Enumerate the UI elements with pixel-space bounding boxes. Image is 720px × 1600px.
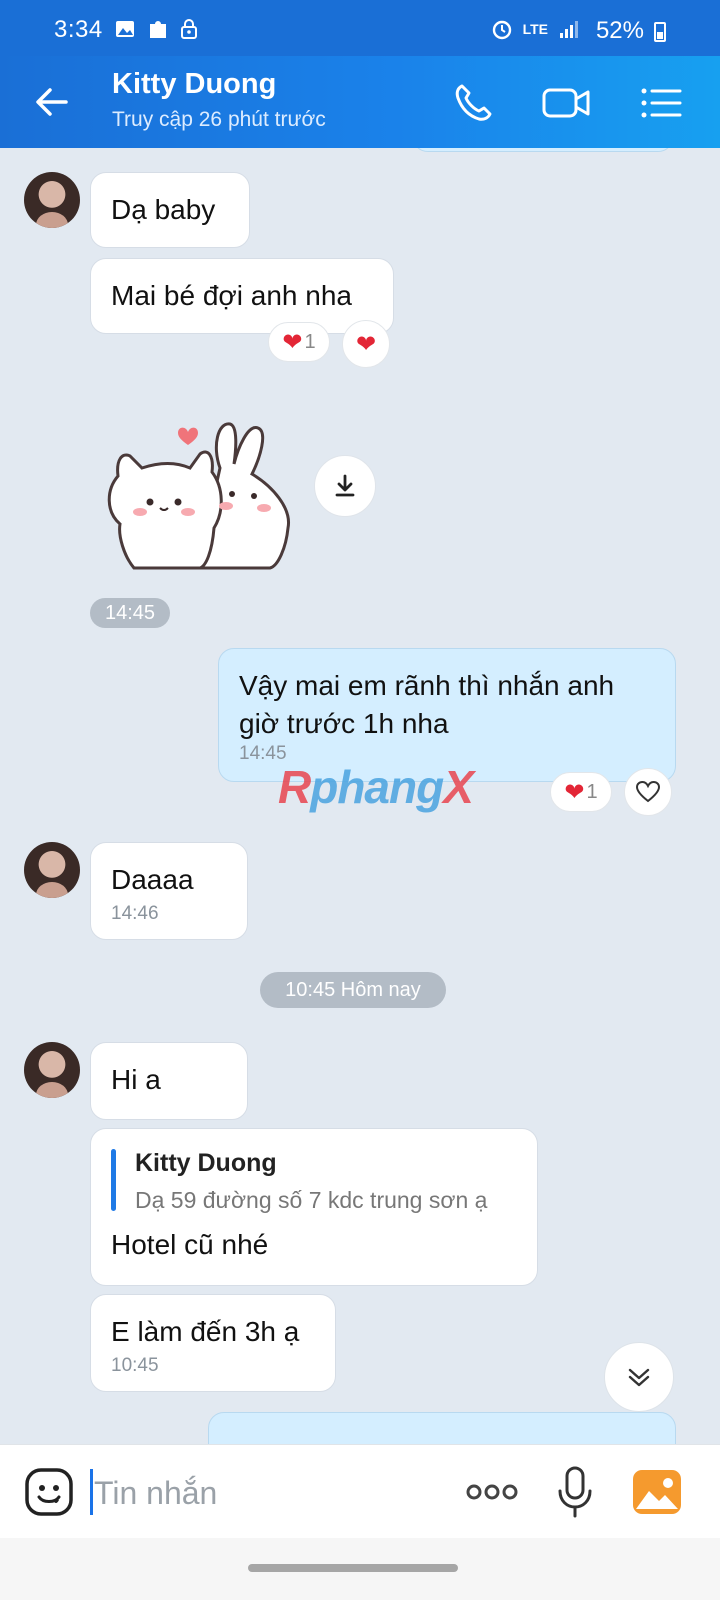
scroll-to-bottom-button[interactable] xyxy=(604,1342,674,1412)
battery-percent: 52% xyxy=(595,17,644,44)
react-button[interactable] xyxy=(624,768,672,816)
reaction-count: 1 xyxy=(586,780,598,803)
double-chevron-down-icon xyxy=(628,1368,650,1387)
more-options-icon[interactable] xyxy=(464,1477,520,1507)
heart-outline-icon xyxy=(635,780,661,803)
menu-list-icon[interactable] xyxy=(636,78,686,128)
chat-header: Kitty Duong Truy cập 26 phút trước xyxy=(0,56,720,148)
message-bubble[interactable]: Daaaa 14:46 xyxy=(90,842,248,940)
message-time: 14:46 xyxy=(111,903,159,924)
quote-accent-bar xyxy=(111,1149,116,1211)
reaction-count: 1 xyxy=(304,330,316,353)
text-caret xyxy=(90,1469,93,1515)
timestamp-text: 14:45 xyxy=(104,601,156,624)
video-call-icon[interactable] xyxy=(540,78,594,128)
message-bubble[interactable]: Hi a xyxy=(90,1042,248,1120)
reaction-summary[interactable]: ❤ 1 xyxy=(268,322,330,362)
contact-avatar[interactable] xyxy=(24,1042,80,1098)
gallery-image-icon[interactable] xyxy=(632,1469,682,1515)
status-system-icons: LTE xyxy=(491,18,580,40)
watermark-part: phang xyxy=(310,761,444,813)
gesture-handle[interactable] xyxy=(248,1564,458,1572)
signal-icon xyxy=(560,21,578,38)
last-seen-status: Truy cập 26 phút trước xyxy=(112,108,326,131)
message-text: Mai bé đợi anh nha xyxy=(111,280,352,311)
message-text: Hotel cũ nhé xyxy=(111,1229,269,1260)
message-text: Hi a xyxy=(111,1064,161,1095)
heart-reaction-icon: ❤ xyxy=(355,330,377,358)
reply-message-bubble[interactable]: Kitty Duong Dạ 59 đường số 7 kdc trung s… xyxy=(90,1128,538,1286)
watermark-part: X xyxy=(443,761,474,813)
message-bubble[interactable]: E làm đến 3h ạ 10:45 xyxy=(90,1294,336,1392)
lock-notification-icon xyxy=(181,19,197,39)
status-notification-icons xyxy=(114,18,198,42)
heart-reaction-icon: ❤ xyxy=(564,778,585,806)
system-navigation-bar xyxy=(0,1538,720,1600)
message-time: 10:45 xyxy=(111,1355,159,1376)
microphone-icon[interactable] xyxy=(556,1465,594,1519)
date-divider-text: 10:45 Hôm nay xyxy=(285,978,421,1001)
message-composer: Tin nhắn xyxy=(0,1444,720,1538)
message-list[interactable]: Dạ baby Mai bé đợi anh nha ❤ 1 ❤ 14:45 V… xyxy=(0,148,720,1472)
quoted-author: Kitty Duong xyxy=(135,1149,277,1177)
message-bubble-partial xyxy=(412,148,674,152)
alarm-icon xyxy=(492,20,511,40)
watermark-part: R xyxy=(278,761,311,813)
cat-bunny-sticker[interactable] xyxy=(100,416,296,572)
react-button[interactable]: ❤ xyxy=(342,320,390,368)
message-input[interactable]: Tin nhắn xyxy=(94,1475,217,1512)
contact-avatar[interactable] xyxy=(24,842,80,898)
contact-avatar[interactable] xyxy=(24,172,80,228)
phone-call-icon[interactable] xyxy=(448,78,498,128)
message-bubble[interactable]: Dạ baby xyxy=(90,172,250,248)
contact-name[interactable]: Kitty Duong xyxy=(112,68,276,101)
message-text: Dạ baby xyxy=(111,194,216,225)
message-bubble[interactable]: Mai bé đợi anh nha xyxy=(90,258,394,334)
puzzle-notification-icon xyxy=(150,21,166,38)
message-text: Vậy mai em rãnh thì nhắn anh giờ trước 1… xyxy=(239,670,615,739)
download-sticker-button[interactable] xyxy=(314,455,376,517)
status-bar: 3:34 LTE 52% xyxy=(0,0,720,56)
emoji-sticker-icon[interactable] xyxy=(24,1467,74,1517)
download-icon xyxy=(335,474,355,497)
network-type-label: LTE xyxy=(522,21,548,37)
watermark-logo: RphangX xyxy=(278,760,474,814)
reaction-summary[interactable]: ❤ 1 xyxy=(550,772,612,812)
timestamp-badge: 14:45 xyxy=(90,598,170,628)
status-time: 3:34 xyxy=(54,16,103,43)
message-text: Daaaa xyxy=(111,864,194,895)
gallery-notification-icon xyxy=(116,21,134,37)
back-arrow-icon[interactable] xyxy=(28,78,76,126)
date-divider: 10:45 Hôm nay xyxy=(260,972,446,1008)
quoted-text: Dạ 59 đường số 7 kdc trung sơn ạ xyxy=(135,1187,488,1213)
battery-icon xyxy=(654,22,666,42)
message-text: E làm đến 3h ạ xyxy=(111,1316,300,1347)
heart-reaction-icon: ❤ xyxy=(282,328,303,356)
